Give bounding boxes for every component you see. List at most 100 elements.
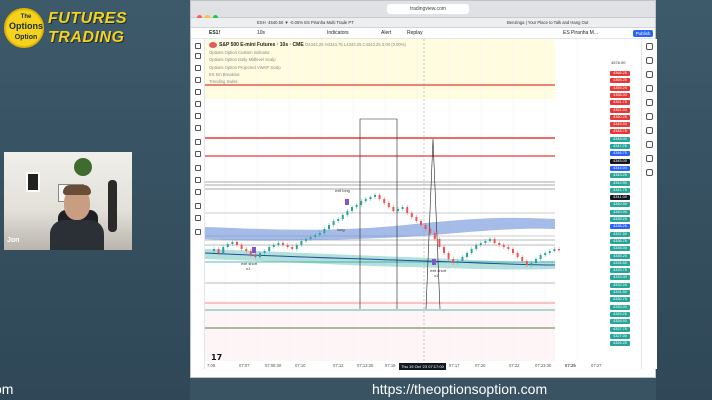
candle <box>240 245 243 249</box>
price-label: 4333.00 <box>610 275 630 281</box>
price-label: 4329.25 <box>610 311 630 317</box>
presenter-webcam <box>4 152 132 250</box>
price-scale[interactable]: 4578.00 4366.25 4365.25 4359.25 4358.00 4351… <box>609 39 641 361</box>
publish-button[interactable]: Publish <box>633 30 653 37</box>
candle <box>429 229 432 233</box>
zoom-icon[interactable] <box>195 151 201 157</box>
fib-icon[interactable] <box>195 65 201 71</box>
candle <box>282 243 284 245</box>
indicators-button[interactable]: Indicators <box>327 30 349 36</box>
annotation-exit-long: exit long <box>335 188 350 193</box>
candle <box>420 221 422 225</box>
alert-button[interactable]: Alert <box>381 30 391 36</box>
candle <box>222 247 225 253</box>
browser-window: tradingview.com ESH ·4540.50 ▼ -0.05% ES… <box>190 0 657 378</box>
forecast-icon[interactable] <box>195 113 201 119</box>
calendar-icon[interactable] <box>646 99 653 106</box>
text-icon[interactable] <box>195 89 201 95</box>
help-icon[interactable] <box>646 169 653 176</box>
shapes-icon[interactable] <box>195 125 201 131</box>
candle <box>231 242 234 244</box>
time-tick: 07:20 <box>475 363 486 368</box>
legend-indicator[interactable]: Options Option Custom Indicator <box>209 49 406 56</box>
ideas-icon[interactable] <box>646 113 653 120</box>
address-bar[interactable]: tradingview.com <box>387 4 469 14</box>
notifications-icon[interactable] <box>646 141 653 148</box>
candle <box>456 261 459 263</box>
candle <box>415 217 418 221</box>
price-label: 4340.50 <box>610 202 630 208</box>
brand-word-trading: TRADING <box>48 29 125 46</box>
brand-word-futures: FUTURES <box>48 10 128 27</box>
eye-icon[interactable] <box>195 189 201 195</box>
candle <box>249 251 252 255</box>
annotation-long: long <box>337 227 345 232</box>
presenter-name-tag: Jon <box>7 237 20 244</box>
time-tick: 07:10 <box>295 363 306 368</box>
candle <box>433 233 436 239</box>
candle <box>535 259 537 263</box>
legend-indicator[interactable]: Options Option Daily Midlevel Scalp <box>209 56 406 63</box>
candle <box>516 253 519 257</box>
legend-indicator[interactable]: ES 5m Breakout <box>209 71 406 78</box>
trash-icon[interactable] <box>195 203 201 209</box>
hotlist-icon[interactable] <box>646 85 653 92</box>
price-chart[interactable]: exit long long exit short x1 exit short x1 <box>205 39 609 361</box>
time-tick: 07:15 <box>385 363 396 368</box>
ruler-icon[interactable] <box>195 139 201 145</box>
favorites-icon[interactable] <box>195 215 201 221</box>
chart-legend: S&P 500 E-mini Futures · 10s · CME O4343… <box>209 41 406 85</box>
price-label: 4332.25 <box>610 282 630 288</box>
tab-tradingview[interactable]: ESH ·4540.50 ▼ -0.05% ES Piranha Multi T… <box>257 20 354 25</box>
price-label: 4358.00 <box>610 92 630 98</box>
price-label: 4365.25 <box>610 78 630 84</box>
screener-icon[interactable] <box>646 155 653 162</box>
time-axis[interactable]: 7:05 07:07 07:08:30 07:10 07:12 07:13:30… <box>205 361 609 371</box>
symbol-search[interactable]: ES1! <box>209 30 220 36</box>
tab-benzinga[interactable]: Benzinga | Your Place to Talk and Hang O… <box>507 20 588 25</box>
alerts-icon[interactable] <box>646 57 653 64</box>
trendline-icon[interactable] <box>195 53 201 59</box>
candle <box>286 245 289 247</box>
time-tick: 07:07 <box>239 363 250 368</box>
interval-selector[interactable]: 10s <box>257 30 265 36</box>
candle <box>332 221 335 225</box>
pattern-icon[interactable] <box>195 101 201 107</box>
annotation-exit-short: exit short <box>430 268 447 273</box>
chart-canvas[interactable]: exit longlongexit shortx1 exit shortx1 <box>205 39 609 361</box>
magnet-icon[interactable] <box>195 165 201 171</box>
candle <box>309 237 312 239</box>
layout-name[interactable]: ES Piranha M... <box>563 30 598 36</box>
candle <box>360 201 363 205</box>
candle <box>245 249 248 251</box>
crosshair-icon[interactable] <box>195 43 201 49</box>
candle <box>355 205 358 207</box>
candle <box>502 245 505 247</box>
watchlist-icon[interactable] <box>646 43 653 50</box>
layers-icon[interactable] <box>195 229 201 235</box>
legend-title: S&P 500 E-mini Futures · 10s · CME <box>219 42 304 48</box>
lock-icon[interactable] <box>195 177 201 183</box>
candle <box>263 251 266 253</box>
symbol-logo-icon <box>209 41 217 48</box>
price-label: 4341.00 <box>610 195 630 201</box>
price-label: 4344.00 <box>610 165 630 171</box>
candle <box>466 253 468 257</box>
candle <box>272 245 275 247</box>
brush-icon[interactable] <box>195 77 201 83</box>
replay-button[interactable]: Replay <box>407 30 423 36</box>
time-tick: 07:17 <box>449 363 460 368</box>
legend-indicator[interactable]: Trending Swiss <box>209 78 406 85</box>
time-tick: 07:27 <box>591 363 602 368</box>
price-label: 4330.00 <box>610 304 630 310</box>
legend-indicator[interactable]: Options Option Projected VWAP Scalp <box>209 64 406 71</box>
plant <box>74 158 92 176</box>
price-label: 4335.25 <box>610 253 630 259</box>
chat-icon[interactable] <box>646 127 653 134</box>
candle <box>489 239 491 241</box>
data-window-icon[interactable] <box>646 71 653 78</box>
candle <box>323 229 326 233</box>
presenter-hair <box>63 185 91 195</box>
price-label: 4345.00 <box>610 158 630 164</box>
price-label: 4326.25 <box>610 341 630 347</box>
